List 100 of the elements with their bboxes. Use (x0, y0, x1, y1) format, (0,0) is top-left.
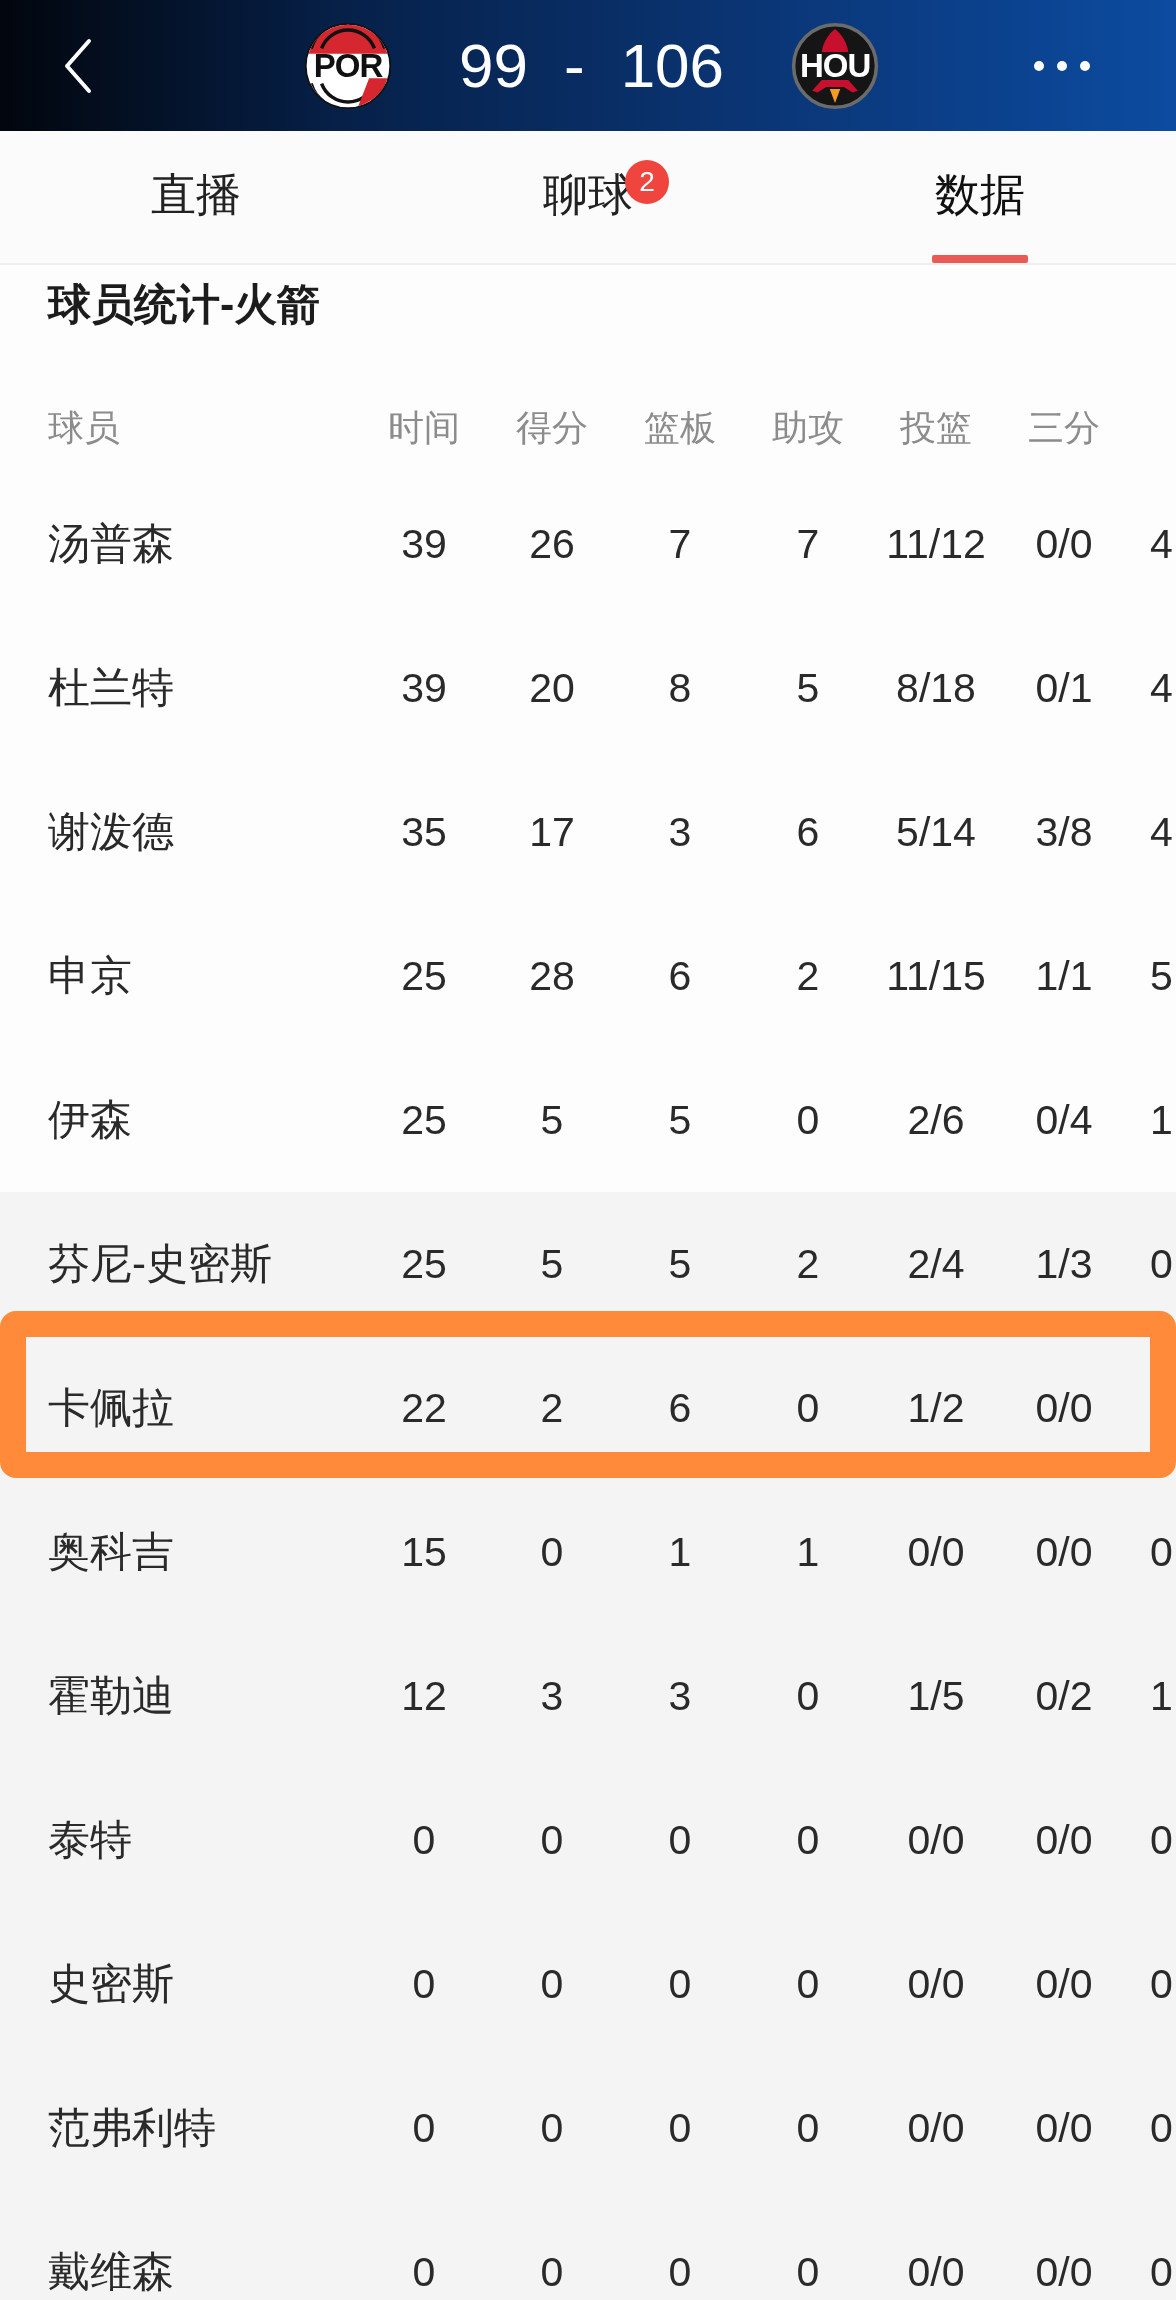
table-cell: 1 (1150, 1096, 1173, 1144)
back-icon[interactable] (63, 37, 93, 94)
table-cell: 3 (668, 1672, 692, 1720)
table-cell: 39 (401, 520, 447, 568)
table-cell: 25 (401, 952, 447, 1000)
player-name: 杜兰特 (48, 663, 174, 713)
table-cell: 0/0 (907, 1960, 965, 2008)
table-cell: 22 (401, 1384, 447, 1432)
table-cell: 6 (668, 952, 692, 1000)
table-cell: 0/0 (907, 1816, 965, 1864)
table-cell: 4 (1150, 520, 1173, 568)
player-name: 史密斯 (48, 1959, 174, 2009)
table-cell: 0 (540, 1816, 564, 1864)
table-cell: 35 (401, 808, 447, 856)
away-score: 106 (620, 34, 725, 97)
table-cell: 1/5 (907, 1672, 965, 1720)
table-cell: 11/12 (886, 520, 986, 568)
player-name: 伊森 (48, 1095, 132, 1145)
table-cell: 0 (412, 1816, 436, 1864)
table-cell: 0 (1150, 2104, 1173, 2152)
more-icon[interactable] (1033, 59, 1091, 72)
table-cell: 0/0 (1035, 1384, 1093, 1432)
tab[interactable]: 直播 (0, 131, 392, 263)
table-cell: 1 (1150, 1672, 1173, 1720)
tab[interactable]: 数据 (784, 131, 1176, 263)
section-title: 球员统计-火箭 (48, 279, 321, 330)
column-header: 投篮 (900, 406, 972, 450)
table-cell: 0 (796, 1384, 820, 1432)
table-cell: 0/4 (1035, 1096, 1093, 1144)
table-cell: 0 (668, 1960, 692, 2008)
table-cell: 5 (540, 1096, 564, 1144)
table-cell: 0 (796, 1096, 820, 1144)
table-cell: 20 (529, 664, 575, 712)
table-cell: 5 (540, 1240, 564, 1288)
player-name: 申京 (48, 951, 132, 1001)
column-header: 助攻 (772, 406, 844, 450)
table-cell: 5 (668, 1096, 692, 1144)
table-cell: 0 (1150, 1240, 1173, 1288)
table-cell: 0 (412, 2104, 436, 2152)
team-logo: POR (303, 21, 393, 110)
table-cell: 28 (529, 952, 575, 1000)
table-cell: 8/18 (896, 664, 976, 712)
table-cell: 15 (401, 1528, 447, 1576)
table-cell: 0 (412, 2248, 436, 2296)
table-cell: 7 (668, 520, 692, 568)
column-header: 三分 (1028, 406, 1100, 450)
table-cell: 0/1 (1035, 664, 1093, 712)
table-cell: 2/4 (907, 1240, 965, 1288)
table-cell: 0 (796, 2104, 820, 2152)
player-name: 汤普森 (48, 519, 174, 569)
table-cell: 0 (1150, 2248, 1173, 2296)
table-cell: 25 (401, 1096, 447, 1144)
table-cell: 0 (540, 2248, 564, 2296)
table-cell: 1 (796, 1528, 820, 1576)
player-name: 霍勒迪 (48, 1671, 174, 1721)
table-cell: 1/3 (1035, 1240, 1093, 1288)
table-cell: 0/0 (907, 2248, 965, 2296)
player-name: 谢泼德 (48, 807, 174, 857)
table-cell: 0/0 (1035, 520, 1093, 568)
table-cell: 3 (668, 808, 692, 856)
score-separator: - (563, 34, 585, 97)
table-cell: 6 (796, 808, 820, 856)
table-cell: 0 (796, 1960, 820, 2008)
table-cell: 2 (540, 1384, 564, 1432)
table-cell: 8 (668, 664, 692, 712)
table-cell: 4 (1150, 664, 1173, 712)
table-cell: 0/0 (1035, 2104, 1093, 2152)
column-header: 球员 (48, 406, 120, 450)
player-name: 卡佩拉 (48, 1383, 174, 1433)
table-cell: 0 (540, 1528, 564, 1576)
table-cell: 0 (796, 1672, 820, 1720)
table-cell: 26 (529, 520, 575, 568)
table-cell: 0 (796, 2248, 820, 2296)
column-header: 时间 (388, 406, 460, 450)
table-cell: 0/0 (1035, 1960, 1093, 2008)
table-cell: 5 (668, 1240, 692, 1288)
column-header: 篮板 (644, 406, 716, 450)
table-cell: 25 (401, 1240, 447, 1288)
table-cell: 0 (412, 1960, 436, 2008)
table-cell: 5/14 (896, 808, 976, 856)
table-cell: 7 (796, 520, 820, 568)
table-cell: 5 (796, 664, 820, 712)
player-name: 泰特 (48, 1815, 132, 1865)
table-cell: 0 (1150, 1816, 1173, 1864)
table-cell: 0/0 (907, 1528, 965, 1576)
table-cell: 5 (1150, 952, 1173, 1000)
player-name: 芬尼-史密斯 (48, 1239, 272, 1289)
table-cell: 2/6 (907, 1096, 965, 1144)
table-cell: 17 (529, 808, 575, 856)
table-cell: 0 (1150, 1960, 1173, 2008)
table-cell: 1/1 (1035, 952, 1093, 1000)
column-header: 得分 (516, 406, 588, 450)
table-cell: 39 (401, 664, 447, 712)
table-cell: 4 (1150, 808, 1173, 856)
table-cell: 0/0 (1035, 1816, 1093, 1864)
player-name: 戴维森 (48, 2247, 174, 2297)
home-score: 99 (459, 34, 528, 97)
table-cell: 1/2 (907, 1384, 965, 1432)
table-cell: 3 (540, 1672, 564, 1720)
table-cell: 2 (796, 1240, 820, 1288)
